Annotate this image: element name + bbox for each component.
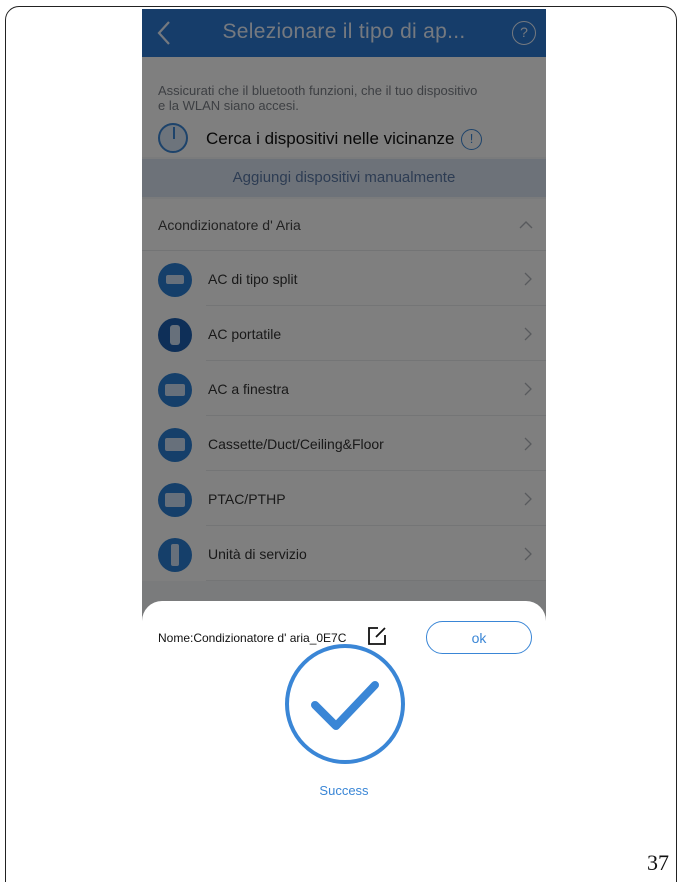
success-label: Success [319, 783, 369, 798]
phone-screen: Selezionare il tipo di ap... ? Assicurat… [142, 9, 546, 814]
checkmark-icon [285, 644, 405, 764]
ok-button[interactable]: ok [426, 621, 532, 654]
success-sheet: Nome:Condizionatore d' aria_0E7C ok Succ… [142, 601, 546, 814]
page-number: 37 [647, 850, 669, 875]
